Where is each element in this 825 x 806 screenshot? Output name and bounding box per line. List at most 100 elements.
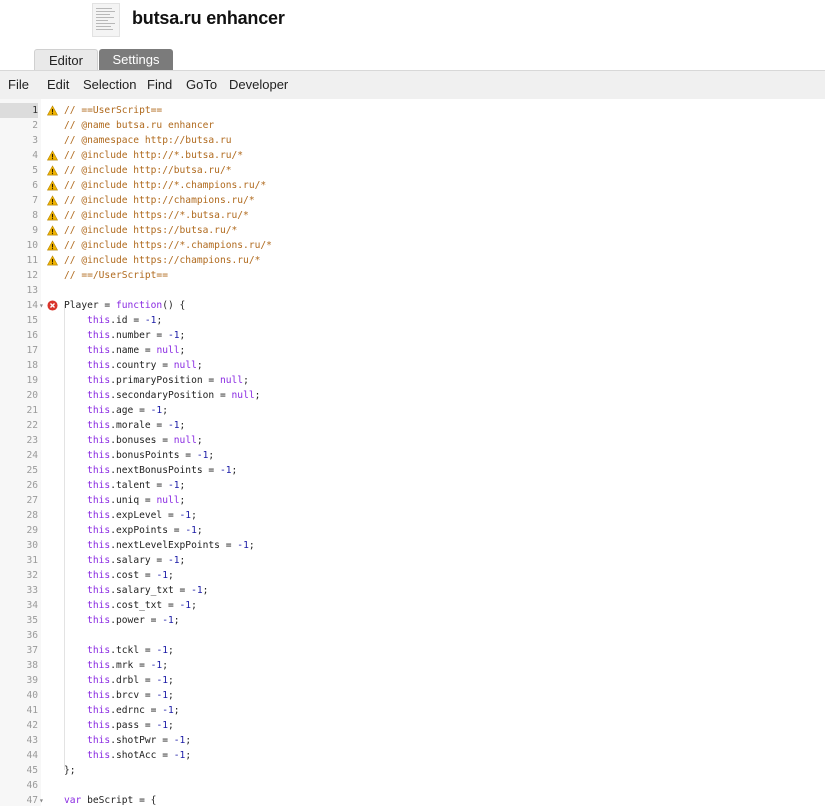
line-number: 36 <box>26 630 38 641</box>
code-line[interactable]: 40 this.brcv = -1; <box>0 688 825 703</box>
code-line[interactable]: 47 ▾ var beScript = { <box>0 793 825 806</box>
code-line[interactable]: 22 this.morale = -1; <box>0 418 825 433</box>
code-text: this.mrk = -1; <box>87 660 168 671</box>
code-line[interactable]: 42 this.pass = -1; <box>0 718 825 733</box>
script-thumbnail <box>92 3 120 37</box>
code-text: this.edrnc = -1; <box>87 705 180 716</box>
code-line[interactable]: 30 this.nextLevelExpPoints = -1; <box>0 538 825 553</box>
code-line[interactable]: 43 this.shotPwr = -1; <box>0 733 825 748</box>
code-line[interactable]: 34 this.cost_txt = -1; <box>0 598 825 613</box>
code-text: // @name butsa.ru enhancer <box>64 120 215 131</box>
warning-icon[interactable] <box>46 195 59 206</box>
code-line[interactable]: 12 // ==/UserScript== <box>0 268 825 283</box>
line-number: 35 <box>26 615 38 626</box>
code-line[interactable]: 21 this.age = -1; <box>0 403 825 418</box>
code-line[interactable]: 32 this.cost = -1; <box>0 568 825 583</box>
line-number: 46 <box>26 780 38 791</box>
menu-edit[interactable]: Edit <box>47 71 69 99</box>
menu-file[interactable]: File <box>8 71 29 99</box>
code-line[interactable]: 24 this.bonusPoints = -1; <box>0 448 825 463</box>
line-number: 7 <box>32 195 38 206</box>
code-text: // @include https://*.champions.ru/* <box>64 240 272 251</box>
line-number: 8 <box>32 210 38 221</box>
line-number: 21 <box>26 405 38 416</box>
code-text: this.number = -1; <box>87 330 186 341</box>
code-line[interactable]: 37 this.tckl = -1; <box>0 643 825 658</box>
code-text: this.drbl = -1; <box>87 675 174 686</box>
code-text: this.uniq = null; <box>87 495 186 506</box>
line-number: 24 <box>26 450 38 461</box>
tab-editor[interactable]: Editor <box>34 49 98 71</box>
code-line[interactable]: 26 this.talent = -1; <box>0 478 825 493</box>
code-editor[interactable]: 1 // ==UserScript== 2 // @name butsa.ru enh… <box>0 99 825 806</box>
line-number: 2 <box>32 120 38 131</box>
code-line[interactable]: 36 <box>0 628 825 643</box>
menu-goto[interactable]: GoTo <box>186 71 217 99</box>
line-number: 33 <box>26 585 38 596</box>
warning-icon[interactable] <box>46 240 59 251</box>
code-text: // @include http://*.champions.ru/* <box>64 180 267 191</box>
code-line[interactable]: 29 this.expPoints = -1; <box>0 523 825 538</box>
line-number: 22 <box>26 420 38 431</box>
warning-icon[interactable] <box>46 165 59 176</box>
warning-icon[interactable] <box>46 255 59 266</box>
code-line[interactable]: 46 <box>0 778 825 793</box>
code-text: // @include http://*.butsa.ru/* <box>64 150 244 161</box>
code-text: this.talent = -1; <box>87 480 186 491</box>
code-line[interactable]: 6 // @include http://*.champions.ru/* <box>0 178 825 193</box>
code-line[interactable]: 7 // @include http://champions.ru/* <box>0 193 825 208</box>
tab-settings[interactable]: Settings <box>99 49 173 70</box>
fold-arrow-icon[interactable]: ▾ <box>39 298 47 313</box>
code-line[interactable]: 2 // @name butsa.ru enhancer <box>0 118 825 133</box>
line-number: 3 <box>32 135 38 146</box>
line-number: 34 <box>26 600 38 611</box>
fold-arrow-icon[interactable]: ▾ <box>39 793 47 806</box>
code-line[interactable]: 45}; <box>0 763 825 778</box>
code-text: this.secondaryPosition = null; <box>87 390 261 401</box>
code-line[interactable]: 10 // @include https://*.champions.ru/* <box>0 238 825 253</box>
code-line[interactable]: 1 // ==UserScript== <box>0 103 825 118</box>
warning-icon[interactable] <box>46 150 59 161</box>
error-icon[interactable] <box>47 300 58 311</box>
code-text: // @include https://*.butsa.ru/* <box>64 210 249 221</box>
code-line[interactable]: 11 // @include https://champions.ru/* <box>0 253 825 268</box>
line-number: 11 <box>26 255 38 266</box>
warning-icon[interactable] <box>46 225 59 236</box>
code-line[interactable]: 19 this.primaryPosition = null; <box>0 373 825 388</box>
code-line[interactable]: 38 this.mrk = -1; <box>0 658 825 673</box>
code-line[interactable]: 31 this.salary = -1; <box>0 553 825 568</box>
code-line[interactable]: 25 this.nextBonusPoints = -1; <box>0 463 825 478</box>
code-line[interactable]: 14 ▾ Player = function() { <box>0 298 825 313</box>
code-line[interactable]: 33 this.salary_txt = -1; <box>0 583 825 598</box>
code-line[interactable]: 41 this.edrnc = -1; <box>0 703 825 718</box>
code-text: this.shotAcc = -1; <box>87 750 192 761</box>
code-line[interactable]: 20 this.secondaryPosition = null; <box>0 388 825 403</box>
warning-icon[interactable] <box>46 105 59 116</box>
code-line[interactable]: 3 // @namespace http://butsa.ru <box>0 133 825 148</box>
code-text: this.cost_txt = -1; <box>87 600 197 611</box>
menu-selection[interactable]: Selection <box>83 71 136 99</box>
code-line[interactable]: 18 this.country = null; <box>0 358 825 373</box>
warning-icon[interactable] <box>46 180 59 191</box>
menu-developer[interactable]: Developer <box>229 71 288 99</box>
line-number: 13 <box>26 285 38 296</box>
code-line[interactable]: 28 this.expLevel = -1; <box>0 508 825 523</box>
code-text: this.id = -1; <box>87 315 163 326</box>
code-line[interactable]: 5 // @include http://butsa.ru/* <box>0 163 825 178</box>
code-line[interactable]: 39 this.drbl = -1; <box>0 673 825 688</box>
menu-find[interactable]: Find <box>147 71 172 99</box>
code-text: this.salary_txt = -1; <box>87 585 209 596</box>
code-line[interactable]: 13 <box>0 283 825 298</box>
code-line[interactable]: 17 this.name = null; <box>0 343 825 358</box>
code-line[interactable]: 9 // @include https://butsa.ru/* <box>0 223 825 238</box>
warning-icon[interactable] <box>46 210 59 221</box>
code-line[interactable]: 16 this.number = -1; <box>0 328 825 343</box>
code-line[interactable]: 15 this.id = -1; <box>0 313 825 328</box>
code-line[interactable]: 23 this.bonuses = null; <box>0 433 825 448</box>
code-line[interactable]: 8 // @include https://*.butsa.ru/* <box>0 208 825 223</box>
code-line[interactable]: 44 this.shotAcc = -1; <box>0 748 825 763</box>
code-line[interactable]: 35 this.power = -1; <box>0 613 825 628</box>
script-title: butsa.ru enhancer <box>132 8 285 28</box>
code-line[interactable]: 4 // @include http://*.butsa.ru/* <box>0 148 825 163</box>
code-line[interactable]: 27 this.uniq = null; <box>0 493 825 508</box>
